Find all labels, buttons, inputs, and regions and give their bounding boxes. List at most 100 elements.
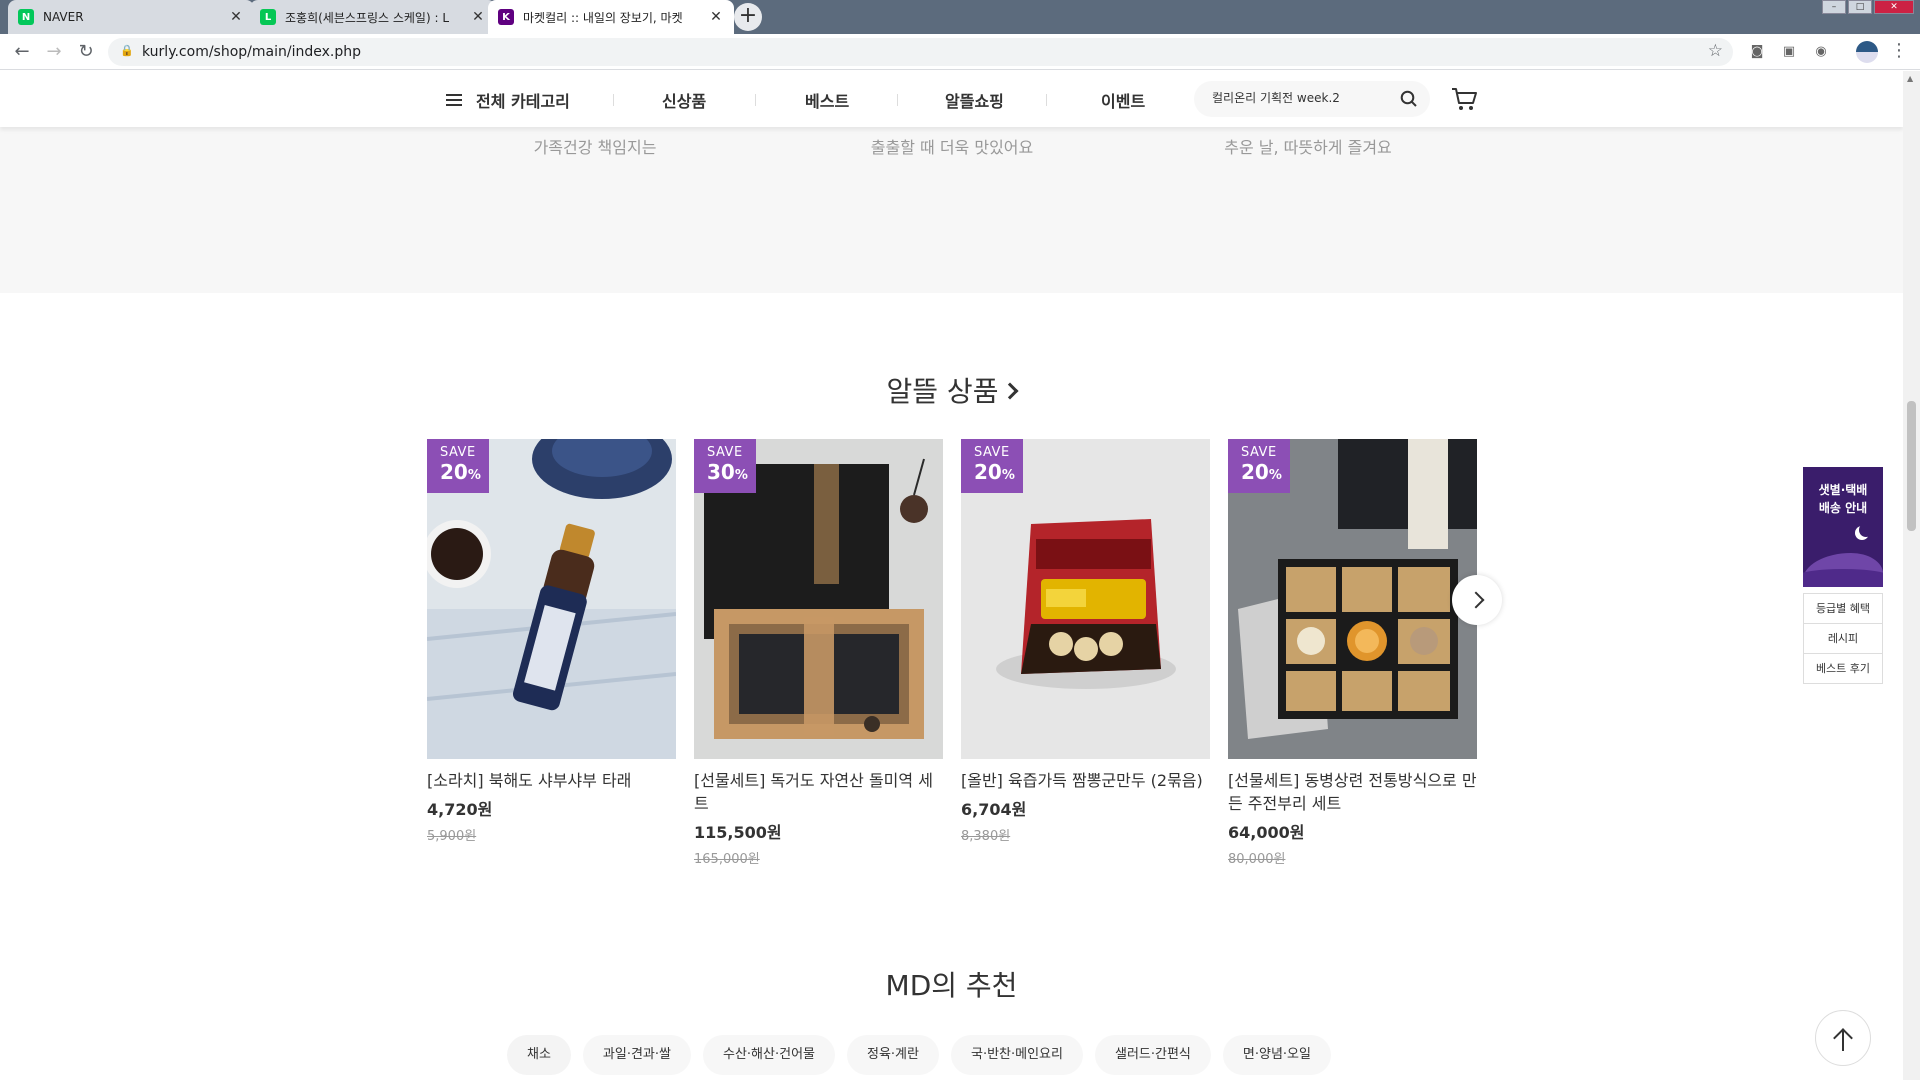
moon-icon: [1859, 523, 1873, 537]
search-icon[interactable]: [1400, 90, 1418, 108]
tab-title: 조홍희(세븐스프링스 스케일) : L: [285, 10, 450, 25]
url-field[interactable]: 🔒 kurly.com/shop/main/index.php ☆: [108, 38, 1733, 66]
scroll-top-button[interactable]: [1815, 1010, 1871, 1066]
tab-close-icon[interactable]: ✕: [228, 9, 244, 25]
product-name[interactable]: [선물세트] 동병상련 전통방식으로 만든 주전부리 세트: [1228, 769, 1477, 815]
maximize-icon[interactable]: □: [1848, 0, 1872, 14]
quick-link-best-review[interactable]: 베스트 후기: [1804, 653, 1882, 683]
cart-icon[interactable]: [1450, 85, 1478, 113]
quick-link-grade-benefit[interactable]: 등급별 혜택: [1804, 593, 1882, 623]
chip-salad[interactable]: 샐러드·간편식: [1094, 1035, 1211, 1075]
product-image[interactable]: SAVE 20%: [427, 439, 676, 759]
kurly-icon: K: [498, 9, 514, 25]
discount-value: 30: [707, 460, 735, 484]
tab-title: 마켓컬리 :: 내일의 장보기, 마켓: [523, 10, 683, 25]
discount-value: 20: [1241, 460, 1269, 484]
page-scrollbar[interactable]: ▲: [1903, 71, 1920, 1080]
save-badge: SAVE 20%: [427, 439, 489, 493]
nav-event[interactable]: 이벤트: [1101, 88, 1145, 112]
md-category-chips: 채소 과일·견과·쌀 수산·해산·건어물 정육·계란 국·반찬·메인요리 샐러드…: [507, 1035, 1343, 1075]
product-card[interactable]: SAVE 20% [선물세트] 동병상련 전통방식으로 만든 주전부리 세트 6…: [1228, 439, 1477, 867]
product-price: 4,720원: [427, 800, 493, 819]
save-label: SAVE: [974, 445, 1010, 460]
global-nav: 전체 카테고리 신상품 베스트 알뜰쇼핑 이벤트: [0, 71, 1903, 127]
chip-fruit[interactable]: 과일·견과·쌀: [582, 1035, 691, 1075]
section-title[interactable]: 알뜰 상품: [0, 370, 1903, 410]
chip-vegetables[interactable]: 채소: [507, 1035, 571, 1075]
original-price: 5,900원: [427, 829, 477, 844]
category-label: 전체 카테고리: [476, 92, 570, 111]
nav-divider: [897, 94, 898, 106]
back-icon[interactable]: ←: [10, 40, 34, 64]
search-input[interactable]: [1212, 90, 1392, 104]
product-name[interactable]: [소라치] 북해도 샤부샤부 타래: [427, 769, 676, 792]
product-image[interactable]: SAVE 30%: [694, 439, 943, 759]
carousel-next-button[interactable]: [1452, 575, 1502, 625]
nav-divider: [613, 94, 614, 106]
product-card[interactable]: SAVE 20% [소라치] 북해도 샤부샤부 타래 4,720원 5,900원: [427, 439, 676, 844]
browser-menu-icon[interactable]: ⋮: [1890, 40, 1908, 61]
save-label: SAVE: [440, 445, 476, 460]
discount-value: 20: [440, 460, 468, 484]
discount-unit: %: [734, 468, 748, 483]
new-tab-button[interactable]: +: [734, 3, 762, 31]
page-viewport: 우리해서 진한 국적 최대 30% 할인 가족건강 책임지는 데리야 최대 20…: [0, 71, 1920, 1080]
all-category-button[interactable]: 전체 카테고리: [446, 88, 570, 112]
naver-icon: N: [18, 9, 34, 25]
browser-tab-line[interactable]: L 조홍희(세븐스프링스 스케일) : L ✕: [250, 0, 496, 34]
product-image[interactable]: SAVE 20%: [1228, 439, 1477, 759]
discount-unit: %: [1001, 468, 1015, 483]
hamburger-icon: [446, 91, 462, 109]
save-badge: SAVE 20%: [1228, 439, 1290, 493]
minimize-icon[interactable]: –: [1822, 0, 1846, 14]
chip-seafood[interactable]: 수산·해산·건어물: [703, 1035, 835, 1075]
glasses-extension-icon[interactable]: ◉: [1812, 43, 1830, 61]
banner-sub: 가족건강 책임지는: [533, 138, 657, 157]
product-name[interactable]: [올반] 육즙가득 짬뽕군만두 (2묶음): [961, 769, 1210, 792]
image-extension-icon[interactable]: ▣: [1780, 43, 1798, 61]
chip-noodle-sauce[interactable]: 면·양념·오일: [1222, 1035, 1331, 1075]
save-badge: SAVE 30%: [694, 439, 756, 493]
original-price: 8,380원: [961, 829, 1011, 844]
md-section-title: MD의 추천: [885, 969, 1018, 1002]
product-image[interactable]: SAVE 20%: [961, 439, 1210, 759]
camera-extension-icon[interactable]: ◙: [1748, 43, 1766, 61]
product-price: 6,704원: [961, 800, 1027, 819]
product-card[interactable]: SAVE 20% [올반] 육즙가득 짬뽕군만두 (2묶음) 6,704원 8,…: [961, 439, 1210, 844]
product-name[interactable]: [선물세트] 독거도 자연산 돌미역 세트: [694, 769, 943, 815]
nav-thrifty[interactable]: 알뜰쇼핑: [945, 88, 1004, 112]
original-price: 165,000원: [694, 852, 760, 867]
profile-avatar[interactable]: [1856, 41, 1878, 63]
search-box: [1194, 81, 1430, 117]
product-card[interactable]: SAVE 30% [선물세트] 독거도 자연산 돌미역 세트 115,500원 …: [694, 439, 943, 867]
address-bar: ← → ↻ 🔒 kurly.com/shop/main/index.php ☆ …: [0, 34, 1920, 70]
banner-sub: 추운 날, 따뜻하게 즐겨요: [1224, 138, 1392, 157]
window-close-icon[interactable]: ✕: [1874, 0, 1914, 14]
browser-tab-naver[interactable]: N NAVER ✕: [8, 0, 254, 34]
chip-soup-sidedish[interactable]: 국·반찬·메인요리: [950, 1035, 1083, 1075]
discount-unit: %: [1268, 468, 1282, 483]
chip-meat[interactable]: 정육·계란: [847, 1035, 939, 1075]
scrollbar-thumb[interactable]: [1907, 401, 1916, 531]
url-text: kurly.com/shop/main/index.php: [142, 44, 361, 60]
save-label: SAVE: [707, 445, 743, 460]
quick-link-recipe[interactable]: 레시피: [1804, 623, 1882, 653]
scroll-up-icon[interactable]: ▲: [1907, 74, 1913, 83]
tab-title: NAVER: [43, 10, 84, 24]
nav-divider: [1046, 94, 1047, 106]
lock-icon: 🔒: [120, 44, 134, 57]
tab-close-icon[interactable]: ✕: [708, 9, 724, 25]
reload-icon[interactable]: ↻: [74, 40, 98, 64]
browser-tab-kurly[interactable]: K 마켓컬리 :: 내일의 장보기, 마켓 ✕: [488, 0, 734, 34]
bookmark-star-icon[interactable]: ☆: [1708, 41, 1723, 61]
delivery-info-banner[interactable]: 샛별·택배 배송 안내: [1803, 467, 1883, 587]
nav-new[interactable]: 신상품: [662, 88, 706, 112]
banner-sub: 출출할 때 더욱 맛있어요: [870, 138, 1034, 157]
window-controls: – □ ✕: [1820, 0, 1914, 14]
hills-decoration: [1803, 569, 1883, 587]
original-price: 80,000원: [1228, 852, 1286, 867]
forward-icon[interactable]: →: [42, 40, 66, 64]
quick-links: 등급별 혜택 레시피 베스트 후기: [1803, 593, 1883, 684]
nav-best[interactable]: 베스트: [805, 88, 849, 112]
tab-close-icon[interactable]: ✕: [470, 9, 486, 25]
